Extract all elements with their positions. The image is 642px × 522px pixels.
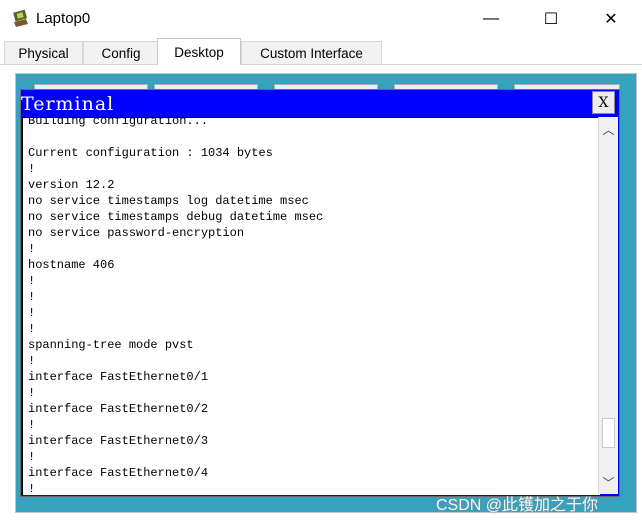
terminal-line: ! <box>28 306 36 320</box>
terminal-scrollbar[interactable]: ︿ ﹀ <box>598 117 618 494</box>
window-title-bar: Laptop0 — ☐ ✕ <box>0 0 642 38</box>
terminal-line: Current configuration : 1034 bytes <box>28 146 273 160</box>
tab-config[interactable]: Config <box>83 41 159 64</box>
terminal-line: ! <box>28 482 36 495</box>
maximize-button[interactable]: ☐ <box>522 0 580 38</box>
terminal-line: spanning-tree mode pvst <box>28 338 194 352</box>
terminal-line: no service timestamps debug datetime mse… <box>28 210 324 224</box>
terminal-line: hostname 406 <box>28 258 115 272</box>
tab-physical[interactable]: Physical <box>4 41 83 64</box>
terminal-line: ! <box>28 322 36 336</box>
tab-strip: Physical Config Desktop Custom Interface <box>0 38 642 65</box>
terminal-line: interface FastEthernet0/3 <box>28 434 209 448</box>
terminal-line: ! <box>28 274 36 288</box>
terminal-line: Building configuration... <box>28 117 209 128</box>
watermark: CSDN @此镬加之于你 <box>436 497 599 514</box>
terminal-text: Building configuration... Current config… <box>28 117 324 495</box>
maximize-icon: ☐ <box>543 11 559 28</box>
minimize-button[interactable]: — <box>462 0 520 38</box>
tab-desktop[interactable]: Desktop <box>157 38 241 65</box>
terminal-line: interface FastEthernet0/1 <box>28 370 209 384</box>
terminal-window: Terminal X Building configuration... Cur… <box>20 89 620 497</box>
terminal-line: no service password-encryption <box>28 226 245 240</box>
terminal-line: no service timestamps log datetime msec <box>28 194 309 208</box>
terminal-line: ! <box>28 242 36 256</box>
scroll-down-icon[interactable]: ﹀ <box>599 474 618 490</box>
scrollbar-thumb[interactable] <box>602 418 615 448</box>
window-title: Laptop0 <box>36 10 91 27</box>
terminal-line: interface FastEthernet0/2 <box>28 402 209 416</box>
terminal-line: ! <box>28 386 36 400</box>
terminal-output[interactable]: Building configuration... Current config… <box>22 117 600 495</box>
terminal-line: ! <box>28 450 36 464</box>
close-button[interactable]: ✕ <box>582 0 640 38</box>
terminal-line: ! <box>28 290 36 304</box>
terminal-title: Terminal <box>21 93 115 115</box>
terminal-close-button[interactable]: X <box>592 91 615 114</box>
laptop-app-icon <box>11 9 31 29</box>
tab-custom-interface[interactable]: Custom Interface <box>241 41 382 64</box>
scroll-up-icon[interactable]: ︿ <box>599 121 618 137</box>
terminal-line: version 12.2 <box>28 178 115 192</box>
minimize-icon: — <box>483 10 499 27</box>
terminal-line: ! <box>28 354 36 368</box>
terminal-line: ! <box>28 162 36 176</box>
terminal-close-label: X <box>598 94 609 111</box>
terminal-line: ! <box>28 418 36 432</box>
close-icon: ✕ <box>604 11 618 28</box>
terminal-line: interface FastEthernet0/4 <box>28 466 209 480</box>
